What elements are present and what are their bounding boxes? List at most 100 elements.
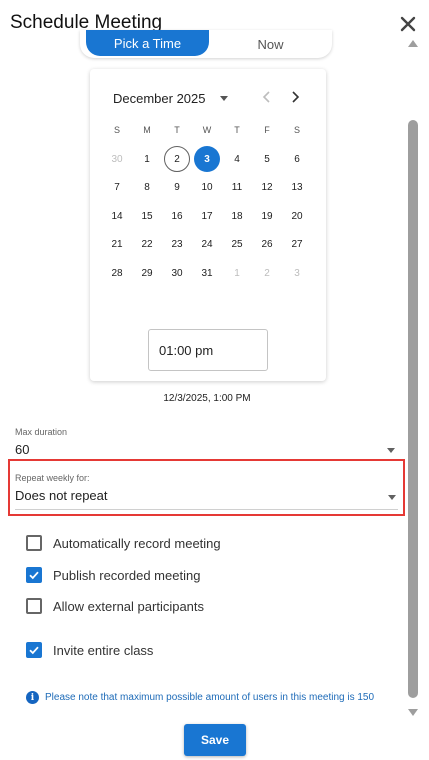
calendar-day[interactable]: 11 — [222, 174, 252, 203]
calendar-day[interactable]: 19 — [252, 202, 282, 231]
calendar-day[interactable]: 30 — [102, 145, 132, 174]
calendar-day-number: 4 — [234, 153, 240, 165]
calendar-day-number: 31 — [201, 267, 213, 279]
calendar-day[interactable]: 3 — [282, 259, 312, 288]
calendar-day-number: 16 — [171, 210, 183, 222]
weekday-label: W — [202, 125, 212, 135]
day-grid: 30 1 2 3 4 5 6 7 8 9 10 11 12 13 14 15 16 17 18 19 20 21 22 23 2… — [102, 145, 312, 288]
scroll-down-icon[interactable] — [408, 709, 418, 716]
calendar-day[interactable]: 15 — [132, 202, 162, 231]
max-duration-label: Max duration — [15, 427, 68, 437]
month-label[interactable]: December 2025 — [113, 91, 206, 106]
calendar-day-number: 1 — [234, 267, 240, 279]
calendar-day[interactable]: 8 — [132, 174, 162, 203]
calendar-day[interactable]: 5 — [252, 145, 282, 174]
repeat-weekly-value: Does not repeat — [15, 488, 108, 503]
mode-toggle: Pick a Time Now — [80, 30, 332, 58]
calendar-day[interactable]: 12 — [252, 174, 282, 203]
calendar-day[interactable]: 3 — [192, 145, 222, 174]
calendar-day[interactable]: 9 — [162, 174, 192, 203]
calendar-day[interactable]: 31 — [192, 259, 222, 288]
calendar-day[interactable]: 18 — [222, 202, 252, 231]
chevron-left-icon[interactable] — [260, 89, 274, 105]
calendar-day-number: 8 — [144, 182, 150, 194]
calendar-day[interactable]: 16 — [162, 202, 192, 231]
weekday-label: S — [113, 125, 120, 135]
scrollbar[interactable] — [406, 38, 420, 718]
calendar-day-number: 2 — [264, 267, 270, 279]
chevron-right-icon[interactable] — [288, 89, 302, 105]
save-button[interactable]: Save — [184, 724, 246, 756]
calendar-day-number: 14 — [111, 210, 123, 222]
calendar-day[interactable]: 27 — [282, 231, 312, 260]
checkbox-label: Allow external participants — [53, 598, 205, 614]
auto-record-checkbox-row[interactable]: Automatically record meeting — [26, 535, 221, 551]
calendar-day[interactable]: 17 — [192, 202, 222, 231]
capacity-note-text: Please note that maximum possible amount… — [45, 692, 375, 703]
checkbox[interactable] — [26, 598, 42, 614]
checkbox[interactable] — [26, 642, 42, 658]
calendar-day[interactable]: 20 — [282, 202, 312, 231]
calendar-day-number: 30 — [171, 267, 183, 279]
calendar-day[interactable]: 1 — [222, 259, 252, 288]
dropdown-arrow-icon[interactable] — [388, 495, 396, 500]
checkbox[interactable] — [26, 567, 42, 583]
weekday-row: S M T W T F S — [102, 125, 312, 135]
pick-a-time-option[interactable]: Pick a Time — [86, 30, 209, 56]
close-icon[interactable] — [398, 14, 418, 34]
calendar-day-number: 21 — [111, 239, 123, 251]
calendar-day-number: 11 — [231, 182, 243, 194]
calendar-day-number: 29 — [141, 267, 153, 279]
calendar-day[interactable]: 10 — [192, 174, 222, 203]
time-input[interactable]: 01:00 pm — [148, 329, 268, 371]
calendar-day[interactable]: 28 — [102, 259, 132, 288]
calendar-day-number: 20 — [291, 210, 303, 222]
calendar-day[interactable]: 26 — [252, 231, 282, 260]
external-participants-checkbox-row[interactable]: Allow external participants — [26, 598, 204, 614]
calendar-day[interactable]: 22 — [132, 231, 162, 260]
invite-class-checkbox-row[interactable]: Invite entire class — [26, 642, 153, 658]
weekday-label: F — [264, 125, 270, 135]
calendar-day[interactable]: 14 — [102, 202, 132, 231]
calendar-day-number: 13 — [291, 182, 303, 194]
calendar-day[interactable]: 24 — [192, 231, 222, 260]
max-duration-select[interactable]: Max duration 60 — [15, 427, 397, 457]
selected-datetime: 12/3/2025, 1:00 PM — [163, 393, 251, 404]
calendar-day[interactable]: 2 — [252, 259, 282, 288]
calendar-day[interactable]: 2 — [162, 145, 192, 174]
calendar-day[interactable]: 21 — [102, 231, 132, 260]
dropdown-arrow-icon[interactable] — [387, 448, 395, 453]
calendar-day[interactable]: 30 — [162, 259, 192, 288]
calendar-day-number: 18 — [231, 210, 243, 222]
calendar-day[interactable]: 13 — [282, 174, 312, 203]
calendar-day[interactable]: 23 — [162, 231, 192, 260]
calendar-day[interactable]: 6 — [282, 145, 312, 174]
repeat-weekly-select[interactable]: Repeat weekly for: Does not repeat — [15, 473, 398, 510]
month-dropdown-icon[interactable] — [219, 96, 228, 101]
calendar-day[interactable]: 25 — [222, 231, 252, 260]
calendar-day[interactable]: 1 — [132, 145, 162, 174]
publish-recording-checkbox-row[interactable]: Publish recorded meeting — [26, 567, 200, 583]
checkbox[interactable] — [26, 535, 42, 551]
calendar-day[interactable]: 29 — [132, 259, 162, 288]
calendar-day[interactable]: 7 — [102, 174, 132, 203]
scroll-thumb[interactable] — [408, 120, 418, 698]
scroll-up-icon[interactable] — [408, 40, 418, 47]
calendar-day-number: 9 — [174, 182, 180, 194]
calendar-day-number: 7 — [114, 182, 120, 194]
calendar-day-number: 28 — [111, 267, 123, 279]
calendar-day[interactable]: 4 — [222, 145, 252, 174]
checkbox-label: Automatically record meeting — [53, 535, 221, 551]
max-duration-value: 60 — [15, 442, 30, 457]
calendar-day-number: 10 — [201, 182, 213, 194]
now-option[interactable]: Now — [209, 30, 332, 58]
calendar-day-number: 23 — [171, 239, 183, 251]
calendar-day-number: 25 — [231, 239, 243, 251]
calendar-header: December 2025 — [113, 91, 228, 106]
calendar-day-number: 15 — [141, 210, 153, 222]
calendar-day-number: 2 — [164, 146, 190, 173]
calendar-day-number: 3 — [194, 146, 220, 173]
checkbox-label: Invite entire class — [53, 642, 154, 658]
weekday-label: T — [174, 125, 180, 135]
calendar-day-number: 3 — [294, 267, 300, 279]
